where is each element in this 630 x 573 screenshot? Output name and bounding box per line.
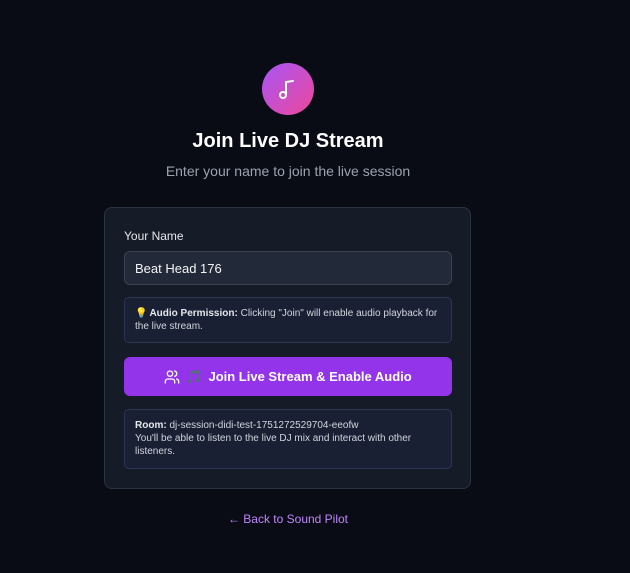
page-title: Join Live DJ Stream <box>192 130 384 152</box>
join-stream-button[interactable]: 🎵 Join Live Stream & Enable Audio <box>124 357 452 396</box>
join-button-label: Join Live Stream & Enable Audio <box>208 369 412 384</box>
room-label: Room: <box>135 420 167 431</box>
name-label: Your Name <box>124 229 184 243</box>
audio-permission-notice: 💡 Audio Permission: Clicking "Join" will … <box>124 297 452 343</box>
music-note-icon <box>262 63 314 115</box>
room-id: dj-session-didi-test-1751272529704-eeofw <box>169 420 359 431</box>
join-form-card: Your Name 💡Audio Permission: Clicking "J… <box>104 207 471 489</box>
users-icon <box>164 369 180 384</box>
name-input[interactable] <box>124 251 452 285</box>
music-notes-icon: 🎵 <box>186 368 203 384</box>
back-to-sound-pilot-link[interactable]: ← Back to Sound Pilot <box>0 512 576 526</box>
notice-title: Audio Permission: <box>149 308 238 319</box>
join-stream-page: Join Live DJ Stream Enter your name to j… <box>0 0 630 573</box>
room-info: Room: dj-session-didi-test-1751272529704… <box>124 409 452 469</box>
lightbulb-icon: 💡 <box>135 308 148 319</box>
room-description: You'll be able to listen to the live DJ … <box>135 433 412 457</box>
page-subtitle: Enter your name to join the live session <box>165 163 411 179</box>
